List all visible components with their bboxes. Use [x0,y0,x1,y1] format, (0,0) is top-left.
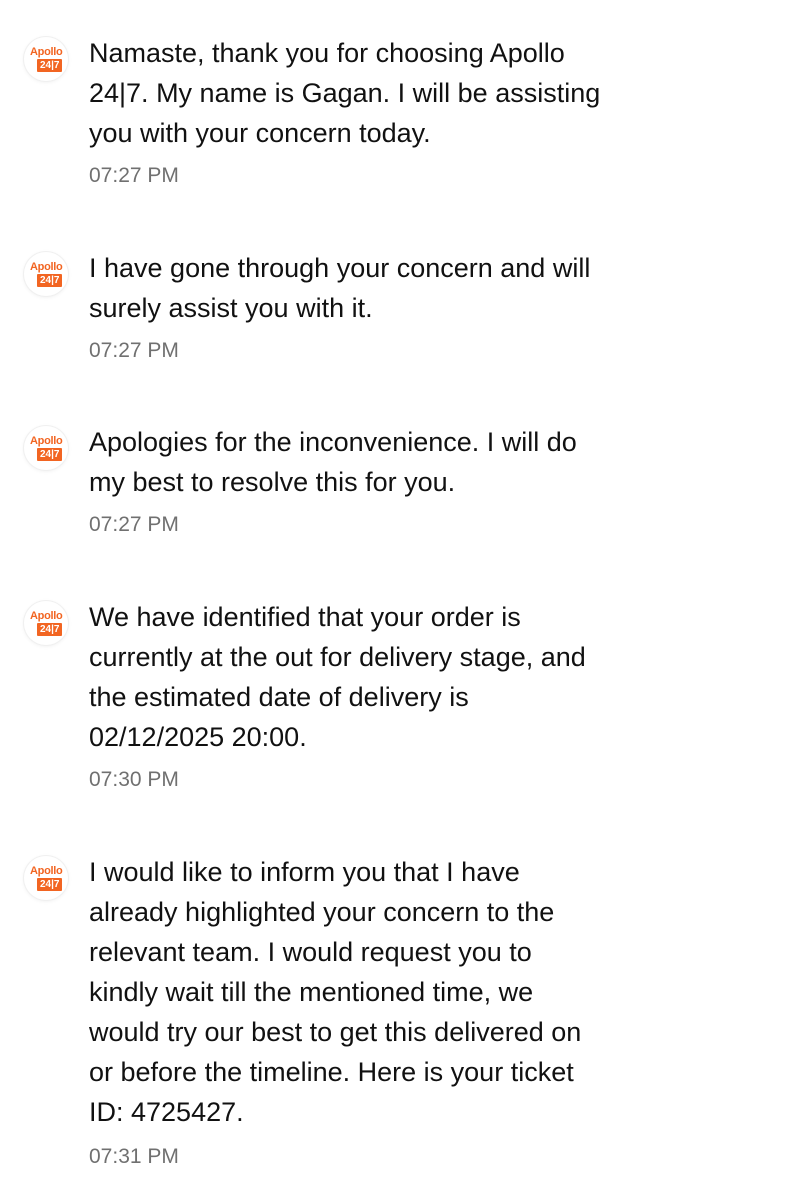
message-line: relevant team. I would request you to [89,937,532,967]
message-text: Namaste, thank you for choosing Apollo 2… [89,33,769,153]
avatar-brand-text: Apollo [30,865,63,877]
message-line: currently at the out for delivery stage,… [89,642,586,672]
message-line: 02/12/2025 20:00. [89,722,307,752]
message-timestamp: 07:30 PM [89,768,179,791]
message-line: my best to resolve this for you. [89,467,456,497]
agent-avatar-icon: Apollo 24|7 [24,37,68,81]
message-line: Apologies for the inconvenience. I will … [89,427,577,457]
message-text: I have gone through your concern and wil… [89,248,769,328]
message-timestamp: 07:27 PM [89,513,179,536]
message-text: I would like to inform you that I have a… [89,852,769,1132]
message-line: 24|7. My name is Gagan. I will be assist… [89,78,601,108]
message-line: would try our best to get this delivered… [89,1017,582,1047]
message-timestamp: 07:31 PM [89,1145,179,1168]
message-text: We have identified that your order is cu… [89,597,769,757]
avatar-brand-text: Apollo [30,610,63,622]
message-line: kindly wait till the mentioned time, we [89,977,534,1007]
message-line: you with your concern today. [89,118,431,148]
avatar-brand-text: Apollo [30,435,63,447]
agent-avatar-icon: Apollo 24|7 [24,252,68,296]
message-text: Apologies for the inconvenience. I will … [89,422,769,502]
message-line: We have identified that your order is [89,602,521,632]
message-line: the estimated date of delivery is [89,682,469,712]
avatar-brand-text: Apollo [30,46,63,58]
message-line: Namaste, thank you for choosing Apollo [89,38,565,68]
message-line: ID: 4725427. [89,1097,244,1127]
message-timestamp: 07:27 PM [89,164,179,187]
message-timestamp: 07:27 PM [89,339,179,362]
avatar-brand-badge: 24|7 [37,274,63,287]
avatar-brand-text: Apollo [30,261,63,273]
agent-avatar-icon: Apollo 24|7 [24,601,68,645]
message-line: or before the timeline. Here is your tic… [89,1057,574,1087]
avatar-brand-badge: 24|7 [37,59,63,72]
message-line: surely assist you with it. [89,293,373,323]
avatar-brand-badge: 24|7 [37,448,63,461]
message-line: I have gone through your concern and wil… [89,253,591,283]
avatar-brand-badge: 24|7 [37,623,63,636]
message-line: already highlighted your concern to the [89,897,555,927]
agent-avatar-icon: Apollo 24|7 [24,426,68,470]
chat-thread: Apollo 24|7 Namaste, thank you for choos… [0,0,790,1200]
message-line: I would like to inform you that I have [89,857,520,887]
agent-avatar-icon: Apollo 24|7 [24,856,68,900]
avatar-brand-badge: 24|7 [37,878,63,891]
